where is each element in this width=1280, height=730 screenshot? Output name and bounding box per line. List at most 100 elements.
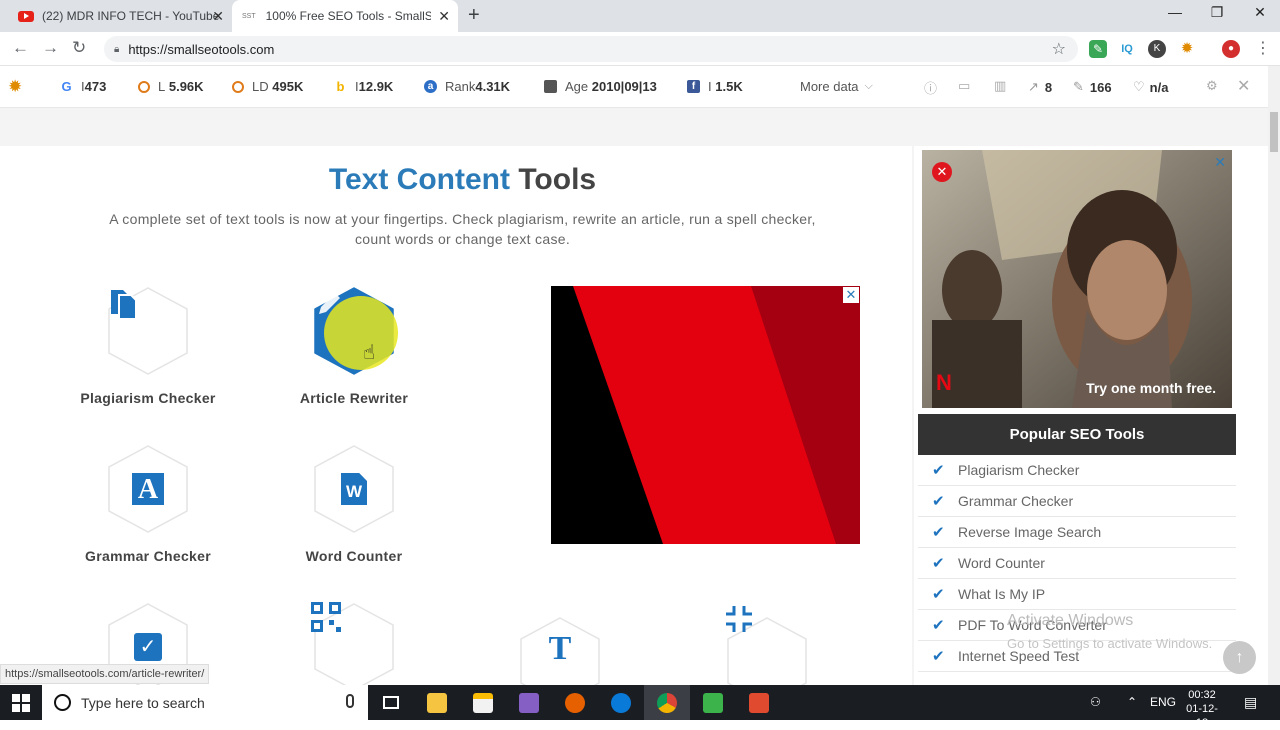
check-icon: ✔ — [932, 617, 945, 634]
title-rest: Tools — [518, 163, 597, 196]
seo-item-bing-index[interactable]: b I 12.9K — [334, 79, 393, 94]
hexagon-tile — [311, 602, 397, 685]
camtasia-green-icon[interactable] — [690, 685, 736, 720]
back-arrow-icon[interactable]: ← — [12, 38, 29, 58]
chevron-down-icon: ⌵ — [864, 80, 873, 92]
windows-start-icon[interactable] — [12, 694, 30, 712]
scrollbar-thumb[interactable] — [1270, 112, 1278, 152]
tool-compress[interactable] — [677, 606, 857, 685]
tab-title: 100% Free SEO Tools - SmallSEOTools — [265, 9, 431, 23]
hexagon-tile: T — [517, 616, 603, 685]
promo-close-x-icon[interactable]: ✕ — [932, 162, 952, 182]
social-count[interactable]: ♡ n/a — [1133, 79, 1168, 95]
close-icon[interactable]: ✕ — [212, 8, 224, 25]
bookmark-star-icon[interactable]: ☆ — [1052, 39, 1066, 59]
cortana-icon — [54, 694, 71, 711]
heart-icon: ♡ — [1133, 79, 1145, 94]
menu-kebab-icon[interactable]: ⋮ — [1254, 40, 1272, 58]
seo-item-linking-domains[interactable]: LD 495K — [232, 79, 303, 94]
hexagon-tile: ☝ — [311, 286, 398, 376]
tab-youtube[interactable]: (22) MDR INFO TECH - YouTube ✕ — [8, 0, 232, 32]
seo-item-facebook[interactable]: f I 1.5K — [687, 79, 743, 94]
popular-item[interactable]: ✔ Grammar Checker — [918, 486, 1236, 517]
tool-grammar-checker[interactable]: A Grammar Checker — [58, 444, 238, 564]
promo-ad[interactable]: ✕ ✕ N Try one month free. — [922, 150, 1232, 408]
check-icon: ✔ — [932, 524, 945, 541]
tab-smallseotools[interactable]: SST 100% Free SEO Tools - SmallSEOTools … — [232, 0, 458, 32]
popular-item[interactable]: ✔ What Is My IP — [918, 579, 1236, 610]
edge-icon[interactable] — [598, 685, 644, 720]
store-icon[interactable] — [460, 685, 506, 720]
seo-item-age[interactable]: Age 2010|09|13 — [544, 79, 657, 94]
tool-qr-code[interactable] — [264, 602, 444, 685]
seo-item-rank[interactable]: a Rank 4.31K — [424, 79, 510, 94]
seo-item-links[interactable]: L 5.96K — [138, 79, 204, 94]
address-bar[interactable]: 🔒︎ https://smallseotools.com ☆ — [104, 36, 1078, 62]
minimize-button[interactable]: — — [1160, 4, 1190, 20]
popular-item[interactable]: ✔ Plagiarism Checker — [918, 455, 1236, 486]
info-icon[interactable]: ⓘ — [924, 78, 937, 97]
maximize-button[interactable]: ❐ — [1202, 4, 1232, 21]
netflix-logo: N — [936, 370, 952, 395]
page-subtitle: A complete set of text tools is now at y… — [109, 211, 816, 247]
profile-avatar[interactable]: ● — [1222, 40, 1240, 58]
task-view-icon[interactable] — [368, 685, 414, 720]
close-window-button[interactable]: ✕ — [1245, 4, 1275, 21]
close-icon[interactable]: ✕ — [438, 8, 450, 25]
promo-close-icon[interactable]: ✕ — [1214, 154, 1226, 171]
word-doc-icon: W — [311, 444, 397, 534]
scroll-to-top-button[interactable]: ↑ — [1223, 641, 1256, 674]
promo-text: Try one month free. — [1086, 380, 1216, 396]
people-icon[interactable]: ⚇ — [1090, 695, 1101, 709]
taskbar-clock[interactable]: 00:32 01-12-18 — [1180, 688, 1224, 730]
taskbar-search-input[interactable]: Type here to search — [42, 685, 368, 720]
check-icon: ✔ — [932, 586, 945, 603]
microphone-icon[interactable] — [346, 694, 354, 708]
gear-icon[interactable]: ⚙ — [1206, 78, 1218, 94]
seo-item-google-index[interactable]: G I 473 — [60, 79, 106, 94]
chevron-up-icon[interactable]: ⌃ — [1127, 695, 1137, 709]
seoquake-logo[interactable]: ✹ — [8, 77, 22, 97]
popular-item-label: What Is My IP — [958, 586, 1046, 602]
forward-arrow-icon[interactable]: → — [42, 38, 59, 58]
page-icon[interactable]: ▭ — [958, 78, 970, 94]
camtasia-red-icon[interactable] — [736, 685, 782, 720]
tool-plagiarism-checker[interactable]: Plagiarism Checker — [58, 286, 238, 406]
tool-article-rewriter[interactable]: ☝ Article Rewriter — [264, 286, 444, 406]
hand-cursor-icon: ☝ — [363, 342, 376, 364]
notification-icon[interactable]: ▤ — [1244, 694, 1257, 711]
seo-value: 1.5K — [715, 79, 743, 94]
popular-item-label: Grammar Checker — [958, 493, 1074, 509]
language-indicator[interactable]: ENG — [1150, 695, 1176, 709]
tool-label: Article Rewriter — [299, 390, 409, 406]
activate-windows-watermark: Activate Windows — [1007, 612, 1134, 629]
reload-icon[interactable]: ↻ — [72, 38, 86, 58]
ad-close-button[interactable]: ✕ — [843, 287, 859, 303]
chrome-icon[interactable] — [644, 685, 690, 720]
tool-word-counter[interactable]: W Word Counter — [264, 444, 444, 564]
external-links-count[interactable]: ↗ 8 — [1028, 79, 1052, 95]
new-tab-button[interactable]: + — [468, 4, 480, 27]
promo-image — [922, 150, 1232, 408]
advertisement[interactable]: ✕ — [551, 286, 860, 544]
main-content: Text Content Tools A complete set of tex… — [0, 146, 912, 685]
seoquake-icon[interactable]: ✹ — [1178, 40, 1196, 58]
text-size-icon: T — [548, 630, 572, 667]
iq-extension-icon[interactable]: IQ — [1118, 40, 1136, 58]
more-data-dropdown[interactable]: More data ⌵ — [800, 79, 873, 94]
scrollbar[interactable] — [1268, 66, 1280, 685]
popular-item[interactable]: ✔ Reverse Image Search — [918, 517, 1236, 548]
tool-text-case[interactable]: T — [470, 616, 650, 685]
k-extension-icon[interactable]: K — [1148, 40, 1166, 58]
pages-count[interactable]: ✎ 166 — [1073, 79, 1112, 95]
file-explorer-icon[interactable] — [414, 685, 460, 720]
close-icon[interactable]: ✕ — [1237, 76, 1250, 96]
popular-item[interactable]: ✔ Word Counter — [918, 548, 1236, 579]
youtube-icon — [18, 10, 34, 22]
circle-icon — [232, 80, 244, 93]
google-icon: G — [60, 79, 73, 94]
chart-icon[interactable]: ▥ — [994, 78, 1006, 94]
visual-studio-icon[interactable] — [506, 685, 552, 720]
firefox-icon[interactable] — [552, 685, 598, 720]
extension-icon[interactable]: ✎ — [1089, 40, 1107, 58]
